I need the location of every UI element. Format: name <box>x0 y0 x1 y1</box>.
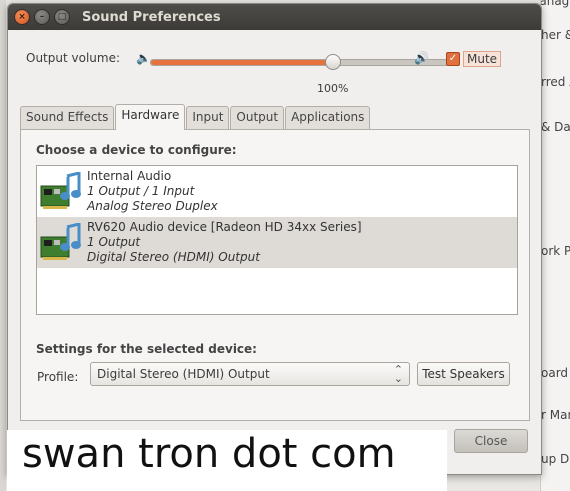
close-button[interactable]: Close <box>454 429 528 453</box>
mute-checkbox[interactable]: ✓ <box>446 52 460 66</box>
speaker-high-icon: 🔊 <box>414 51 429 65</box>
device-io-summary: 1 Output <box>87 235 141 249</box>
background-text: r Man <box>541 408 570 422</box>
device-name: Internal Audio <box>87 169 172 183</box>
background-window-edge <box>0 0 6 491</box>
choose-device-heading: Choose a device to configure: <box>36 143 237 157</box>
profile-select[interactable]: Digital Stereo (HDMI) Output ⌃ ⌄ <box>90 362 410 386</box>
output-volume-label: Output volume: <box>26 51 120 65</box>
background-text: rred A <box>541 75 570 89</box>
sound-preferences-window: × – □ Sound Preferences Output volume: 🔈… <box>7 3 542 475</box>
background-text: Manager <box>540 0 570 8</box>
background-text: & Dat <box>541 120 570 134</box>
tab-applications[interactable]: Applications <box>285 106 371 130</box>
output-volume-row: Output volume: 🔈 🔊 ✓ Mute <box>26 48 526 72</box>
volume-slider-handle[interactable] <box>325 54 341 70</box>
device-profile-summary: Analog Stereo Duplex <box>87 199 218 213</box>
tab-output[interactable]: Output <box>230 106 285 130</box>
volume-slider-fill <box>151 60 332 65</box>
hardware-panel: Choose a device to configure: Internal A… <box>20 129 530 421</box>
select-arrows-icon: ⌃ ⌄ <box>393 363 403 385</box>
mute-toggle[interactable]: ✓ Mute <box>446 51 502 67</box>
mute-label: Mute <box>463 51 502 67</box>
device-profile-summary: Digital Stereo (HDMI) Output <box>87 250 260 264</box>
settings-heading: Settings for the selected device: <box>36 342 257 356</box>
background-text: her & <box>541 28 570 42</box>
speaker-low-icon: 🔈 <box>136 51 151 65</box>
profile-label: Profile: <box>37 370 79 384</box>
test-speakers-button[interactable]: Test Speakers <box>417 362 510 386</box>
background-text: up Dis <box>541 452 570 466</box>
background-window: Manager her & rred A & Dat ork P oard r … <box>540 0 570 491</box>
minimize-window-icon[interactable]: – <box>34 9 50 25</box>
maximize-window-icon[interactable]: □ <box>54 9 70 25</box>
sound-card-icon <box>40 223 81 260</box>
watermark-text: swan tron dot com <box>22 431 396 477</box>
list-item-rv620-audio[interactable]: RV620 Audio device [Radeon HD 34xx Serie… <box>37 217 517 268</box>
profile-select-value: Digital Stereo (HDMI) Output <box>97 367 270 381</box>
tab-input[interactable]: Input <box>186 106 230 130</box>
list-item-internal-audio[interactable]: Internal Audio 1 Output / 1 Input Analog… <box>37 166 517 217</box>
background-text: oard <box>541 366 569 380</box>
title-bar[interactable]: × – □ Sound Preferences <box>8 4 541 30</box>
volume-percent-label: 100% <box>317 82 349 95</box>
device-io-summary: 1 Output / 1 Input <box>87 184 195 198</box>
device-list[interactable]: Internal Audio 1 Output / 1 Input Analog… <box>36 165 518 315</box>
window-title: Sound Preferences <box>82 9 221 25</box>
sound-card-icon <box>40 172 81 209</box>
device-name: RV620 Audio device [Radeon HD 34xx Serie… <box>87 220 362 234</box>
close-window-icon[interactable]: × <box>14 9 30 25</box>
tab-sound-effects[interactable]: Sound Effects <box>20 106 115 130</box>
volume-slider[interactable] <box>150 54 448 70</box>
preferences-tabs: Sound Effects Hardware Input Output Appl… <box>20 104 371 130</box>
background-text: ork P <box>541 244 570 258</box>
tab-hardware[interactable]: Hardware <box>115 104 186 130</box>
